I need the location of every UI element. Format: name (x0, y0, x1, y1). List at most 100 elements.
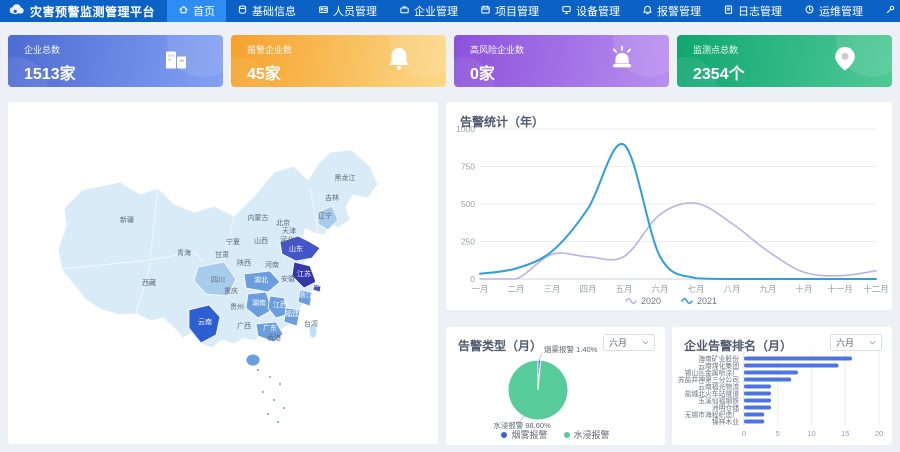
svg-text:重庆: 重庆 (224, 286, 238, 295)
nav-item-label: 项目管理 (495, 3, 539, 19)
nav-item[interactable]: 人员管理 (307, 0, 388, 22)
bar-month-select[interactable]: 六月 (830, 334, 882, 351)
line-series (480, 203, 876, 279)
svg-text:八月: 八月 (723, 284, 740, 294)
nav-item[interactable]: 首页 (167, 0, 226, 22)
svg-text:吉林: 吉林 (325, 193, 339, 202)
nav-item[interactable]: 项目管理 (469, 0, 550, 22)
svg-text:山东: 山东 (289, 244, 303, 253)
svg-text:十月: 十月 (795, 284, 812, 294)
svg-text:750: 750 (461, 162, 475, 172)
svg-text:海南: 海南 (246, 347, 260, 356)
pie-legend-item[interactable]: 烟雾报警 (501, 428, 547, 441)
svg-text:十二月: 十二月 (863, 284, 889, 294)
svg-text:西藏: 西藏 (142, 278, 156, 287)
nav-item-label: 基础信息 (252, 3, 296, 19)
nav-item[interactable]: 报警管理 (631, 0, 712, 22)
nav-item[interactable]: 日志管理 (712, 0, 793, 22)
calendar-icon (480, 4, 491, 18)
pie-legend-item[interactable]: 水浸报警 (564, 428, 610, 441)
svg-text:广西: 广西 (237, 321, 251, 330)
svg-text:江西: 江西 (273, 301, 287, 309)
svg-text:0: 0 (470, 274, 475, 284)
svg-text:七月: 七月 (687, 284, 704, 294)
siren-icon (607, 44, 637, 79)
svg-text:陕西: 陕西 (237, 258, 251, 267)
svg-text:北京: 北京 (276, 218, 290, 227)
chevron-down-icon (869, 340, 876, 345)
svg-text:台湾: 台湾 (304, 319, 318, 328)
clock-icon (804, 4, 815, 18)
database-icon (237, 4, 248, 18)
svg-text:河北: 河北 (280, 236, 294, 244)
south-sea-islands (257, 369, 285, 423)
svg-text:10: 10 (807, 429, 815, 438)
rank-label: 云南福光物流 (698, 382, 739, 391)
nav-item-label: 运维管理 (819, 3, 863, 19)
svg-text:山西: 山西 (254, 236, 268, 245)
tools-icon (885, 4, 896, 18)
svg-text:青海: 青海 (177, 248, 191, 257)
nav-item-label: 日志管理 (738, 3, 782, 19)
pie-label: 烟雾报警 1.40% (544, 344, 598, 354)
svg-text:新疆: 新疆 (120, 215, 134, 224)
nav-item-label: 企业管理 (414, 3, 458, 19)
pie-chart-title: 告警类型（月） (458, 337, 542, 354)
svg-text:河南: 河南 (265, 260, 279, 269)
svg-text:广东: 广东 (263, 323, 277, 332)
pie-month-select[interactable]: 六月 (603, 334, 655, 351)
svg-text:2021: 2021 (697, 296, 717, 306)
svg-text:三月: 三月 (543, 284, 560, 294)
nav-item[interactable]: 系统工具 (874, 0, 900, 22)
chevron-down-icon (642, 340, 649, 345)
svg-text:5: 5 (776, 429, 780, 438)
stat-card: 监测点总数2354个 (677, 35, 892, 87)
legend-item[interactable]: 2021 (682, 296, 717, 306)
nav-item-label: 首页 (193, 3, 215, 19)
stat-card: 报警企业数45家 (231, 35, 446, 87)
svg-text:二月: 二月 (507, 284, 524, 294)
nav-item[interactable]: 运维管理 (793, 0, 874, 22)
stat-cards: 企业总数1513家报警企业数45家高风险企业数0家监测点总数2354个 (8, 35, 892, 87)
svg-text:15: 15 (841, 429, 849, 438)
svg-text:500: 500 (461, 199, 475, 209)
stat-card: 企业总数1513家 (8, 35, 223, 87)
stat-card: 高风险企业数0家 (454, 35, 669, 87)
svg-text:浙江: 浙江 (299, 290, 313, 299)
svg-text:安徽: 安徽 (281, 274, 295, 283)
svg-text:九月: 九月 (759, 284, 776, 294)
rank-bar (744, 364, 839, 368)
line-chart: 02505007501000一月二月三月四月五月六月七月八月九月十月十一月十二月… (446, 102, 892, 310)
svg-text:云南: 云南 (198, 317, 212, 326)
nav-item[interactable]: 基础信息 (226, 0, 307, 22)
svg-text:上海: 上海 (312, 279, 326, 288)
svg-text:湖南: 湖南 (252, 298, 266, 307)
svg-text:湖北: 湖北 (254, 275, 268, 284)
svg-text:香港: 香港 (267, 333, 281, 342)
company-rank-panel: 企业告警排名（月） 六月 05101520海南矿业股份云南煤化集团锡山区金属喷涂… (672, 327, 892, 445)
svg-text:250: 250 (461, 237, 475, 247)
svg-text:四川: 四川 (211, 276, 225, 284)
svg-text:十一月: 十一月 (827, 284, 853, 294)
rank-bar (744, 357, 852, 361)
rank-bar (744, 378, 791, 382)
china-map-panel: 新疆西藏青海甘肃宁夏内蒙古黑龙江吉林辽宁北京天津河北山西陕西河南山东江苏上海安徽… (8, 102, 438, 444)
rank-label: 盐城北火车站隧道 (685, 389, 740, 398)
dashboard-root: 灾害预警监测管理平台 首页基础信息人员管理企业管理项目管理设备管理报警管理日志管… (0, 0, 900, 452)
rank-label: 苏盐井神第三分公司 (678, 375, 739, 384)
nav-item[interactable]: 企业管理 (388, 0, 469, 22)
rank-label: 锦祥木业 (712, 417, 739, 426)
pie-legend: 烟雾报警 水浸报警 (446, 428, 665, 441)
device-icon (561, 4, 572, 18)
legend-label: 水浸报警 (574, 428, 610, 441)
svg-text:辽宁: 辽宁 (318, 211, 332, 220)
rank-bar (744, 385, 771, 389)
pin-icon (830, 44, 860, 79)
svg-text:江苏: 江苏 (297, 269, 311, 278)
rank-label: 海南矿业股份 (698, 354, 739, 363)
bar-chart-title: 企业告警排名（月） (684, 337, 792, 354)
legend-item[interactable]: 2020 (626, 296, 661, 306)
nav-item[interactable]: 设备管理 (550, 0, 631, 22)
line-series (480, 144, 876, 279)
rank-bar (744, 392, 771, 396)
